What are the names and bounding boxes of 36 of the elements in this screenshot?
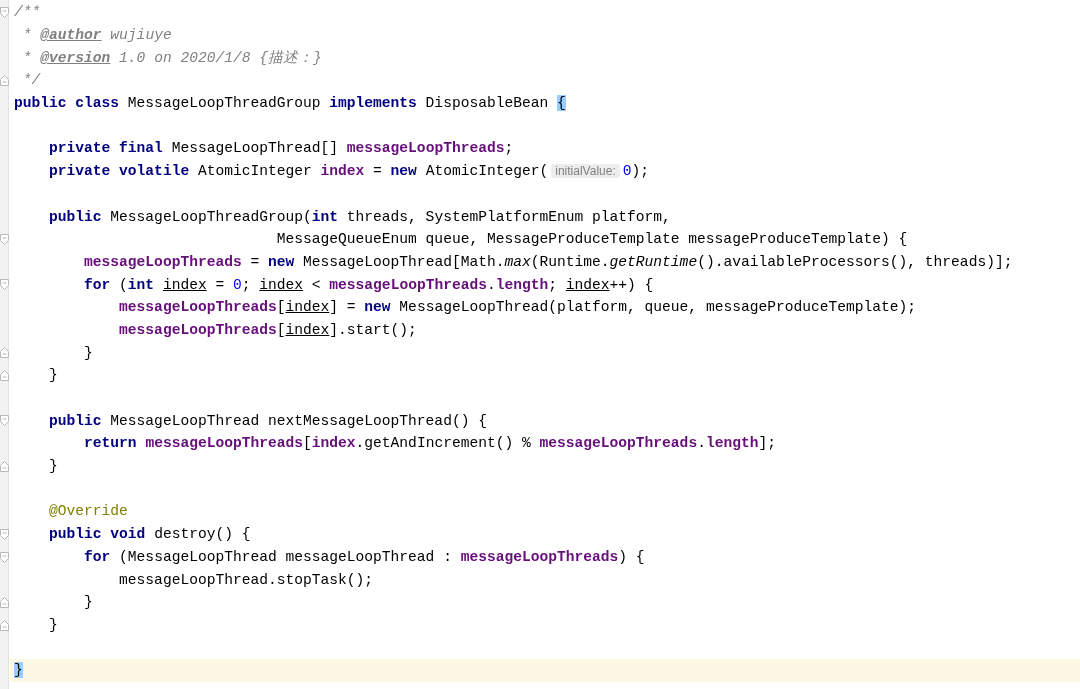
code-line: messageLoopThreads[index] = new MessageLoopThread(platform, queue, messageProduceTemplate);: [118, 298, 917, 318]
code-line: }: [48, 615, 58, 635]
fold-marker-icon[interactable]: [0, 528, 9, 540]
code-line: MessageQueueEnum queue, MessageProduceTemplate messageProduceTemplate) {: [275, 230, 908, 250]
fold-marker-icon[interactable]: [0, 370, 9, 381]
fold-marker-icon[interactable]: [0, 75, 9, 87]
code-line: public void destroy() {: [48, 525, 251, 545]
code-line: public class MessageLoopThreadGroup implements DisposableBean {: [14, 94, 566, 114]
fold-marker-icon[interactable]: [0, 7, 9, 18]
code-line: for (int index = 0; index < messageLoopThreads.length; index++) {: [83, 275, 654, 295]
code-line: public MessageLoopThread nextMessageLoopThread() {: [48, 411, 487, 431]
code-line: * @author wujiuye: [21, 26, 172, 46]
fold-marker-icon[interactable]: [0, 415, 9, 427]
fold-marker-icon[interactable]: [0, 551, 9, 563]
code-line: @Override: [48, 502, 128, 522]
code-line: }: [83, 343, 93, 363]
fold-marker-icon[interactable]: [0, 619, 9, 631]
code-line: }: [48, 457, 58, 477]
code-line: return messageLoopThreads[index.getAndIncrement() % messageLoopThreads.length];: [83, 434, 776, 454]
code-line: private final MessageLoopThread[] messageLoopThreads;: [48, 139, 514, 159]
code-line: private volatile AtomicInteger index = new AtomicInteger( initialValue: 0);: [48, 162, 650, 182]
code-line: public MessageLoopThreadGroup(int threads, SystemPlatformEnum platform,: [48, 207, 671, 227]
code-line: }: [48, 366, 58, 386]
code-line: * @version 1.0 on 2020/1/8 {描述：}: [21, 48, 322, 68]
code-line: messageLoopThread.stopTask();: [118, 570, 374, 590]
code-line: for (MessageLoopThread messageLoopThread : messageLoopThreads) {: [83, 547, 645, 567]
fold-marker-icon[interactable]: [0, 233, 9, 245]
fold-marker-icon[interactable]: [0, 596, 9, 608]
fold-marker-icon[interactable]: [0, 279, 9, 291]
code-line: messageLoopThreads[index].start();: [118, 320, 417, 340]
fold-marker-icon[interactable]: [0, 460, 9, 472]
code-line: messageLoopThreads = new MessageLoopThread[Math.max(Runtime.getRuntime().availableProcessors(), threads)];: [83, 252, 1013, 272]
code-line: /**: [14, 3, 41, 23]
code-line: }: [83, 593, 93, 613]
code-line: */: [21, 71, 41, 91]
fold-marker-icon[interactable]: [0, 347, 9, 359]
